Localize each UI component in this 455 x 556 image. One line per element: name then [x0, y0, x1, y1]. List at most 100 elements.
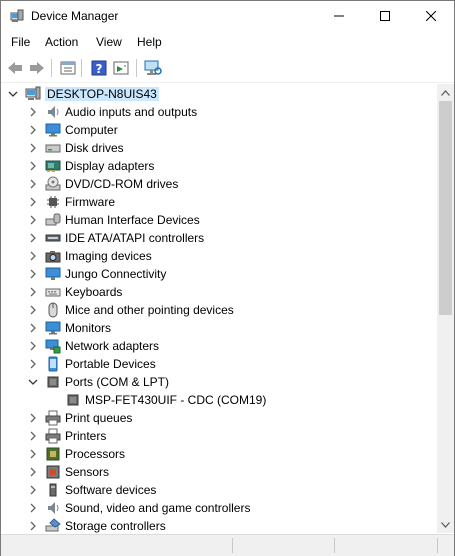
chevron-right-icon[interactable] [28, 499, 38, 517]
dvd-icon [45, 176, 61, 191]
chevron-right-icon[interactable] [28, 481, 38, 499]
tree-item-label: Computer [65, 123, 118, 137]
ide-controller-icon [45, 234, 61, 242]
properties-button[interactable] [58, 58, 78, 78]
chevron-right-icon[interactable] [28, 229, 38, 247]
tree-category-row[interactable]: Jungo Connectivity [1, 265, 436, 283]
computer-icon [25, 86, 41, 100]
tree-category-row[interactable]: Mice and other pointing devices [1, 301, 436, 319]
tree-category-row[interactable]: Imaging devices [1, 247, 436, 265]
camera-icon [45, 251, 61, 263]
tree-device-row[interactable]: MSP-FET430UIF - CDC (COM19) [1, 391, 436, 409]
tree-category-row[interactable]: Printers [1, 427, 436, 445]
sensor-icon [46, 465, 60, 479]
vertical-scrollbar[interactable] [437, 84, 454, 533]
tree-category-row[interactable]: IDE ATA/ATAPI controllers [1, 229, 436, 247]
menu-action[interactable]: Action [45, 35, 78, 49]
chevron-right-icon[interactable] [28, 139, 38, 157]
tree-category-row[interactable]: Ports (COM & LPT) [1, 373, 436, 391]
chevron-down-icon[interactable] [28, 373, 38, 391]
device-tree[interactable]: DESKTOP-N8UIS43 Audio inputs and outputs… [1, 84, 436, 533]
printer-icon [45, 428, 61, 444]
tree-category-row[interactable]: Keyboards [1, 283, 436, 301]
monitor-icon [45, 123, 61, 137]
chevron-right-icon[interactable] [28, 283, 38, 301]
toolbar-separator [136, 59, 137, 77]
chevron-right-icon[interactable] [28, 409, 38, 427]
back-button[interactable] [5, 58, 25, 78]
status-divider [232, 538, 233, 553]
scan-hardware-button[interactable] [143, 58, 163, 78]
tree-item-label: Monitors [65, 321, 112, 335]
portable-device-icon [48, 356, 58, 372]
help-button[interactable]: ? [89, 58, 109, 78]
tree-root-row[interactable]: DESKTOP-N8UIS43 [1, 85, 436, 103]
speaker-icon [48, 502, 59, 514]
hid-icon [45, 213, 61, 226]
chevron-right-icon[interactable] [28, 319, 38, 337]
close-button[interactable] [408, 1, 454, 31]
show-hidden-icon [113, 61, 129, 75]
tree-category-row[interactable]: Display adapters [1, 157, 436, 175]
menu-help[interactable]: Help [137, 35, 162, 49]
tree-category-row[interactable]: Portable Devices [1, 355, 436, 373]
chevron-right-icon[interactable] [28, 445, 38, 463]
tree-category-row[interactable]: Sensors [1, 463, 436, 481]
chevron-right-icon[interactable] [28, 211, 38, 229]
tree-category-row[interactable]: Disk drives [1, 139, 436, 157]
chevron-right-icon[interactable] [28, 175, 38, 193]
window-title: Device Manager [31, 9, 119, 23]
tree-category-row[interactable]: Processors [1, 445, 436, 463]
tree-item-label: Portable Devices [65, 357, 156, 371]
show-hidden-button[interactable] [111, 58, 131, 78]
chevron-right-icon[interactable] [28, 247, 38, 265]
tree-item-label: MSP-FET430UIF - CDC (COM19) [85, 393, 267, 407]
chevron-right-icon[interactable] [28, 427, 38, 445]
chevron-right-icon[interactable] [28, 355, 38, 373]
tree-category-row[interactable]: Firmware [1, 193, 436, 211]
tree-category-row[interactable]: Computer [1, 121, 436, 139]
tree-item-label: Software devices [65, 483, 157, 497]
chevron-right-icon[interactable] [28, 157, 38, 175]
forward-button[interactable] [27, 58, 47, 78]
chevron-right-icon[interactable] [28, 103, 38, 121]
storage-controller-icon [45, 518, 61, 532]
chevron-right-icon[interactable] [28, 517, 38, 533]
maximize-button[interactable] [362, 1, 408, 31]
tree-category-row[interactable]: Audio inputs and outputs [1, 103, 436, 121]
chevron-right-icon[interactable] [28, 265, 38, 283]
tree-item-label: Storage controllers [65, 519, 166, 533]
properties-icon [60, 61, 76, 75]
menu-view[interactable]: View [96, 35, 122, 49]
tree-category-row[interactable]: Print queues [1, 409, 436, 427]
tree-item-label: Network adapters [65, 339, 160, 353]
tree-item-label: Keyboards [65, 285, 123, 299]
toolbar-separator [81, 59, 82, 77]
tree-item-label: DVD/CD-ROM drives [65, 177, 179, 191]
tree-category-row[interactable]: Sound, video and game controllers [1, 499, 436, 517]
port-icon [47, 376, 59, 388]
help-icon: ? [91, 60, 107, 76]
menu-file[interactable]: File [11, 35, 30, 49]
minimize-button[interactable] [316, 1, 362, 31]
tree-item-label: Sensors [65, 465, 110, 479]
processor-icon [46, 447, 60, 461]
tree-category-row[interactable]: Software devices [1, 481, 436, 499]
tree-category-row[interactable]: Network adapters [1, 337, 436, 355]
chevron-down-icon[interactable] [8, 85, 18, 103]
tree-category-row[interactable]: DVD/CD-ROM drives [1, 175, 436, 193]
tree-category-row[interactable]: Monitors [1, 319, 436, 337]
scrollbar-thumb[interactable] [439, 101, 452, 315]
chevron-right-icon[interactable] [28, 337, 38, 355]
svg-text:?: ? [96, 62, 103, 76]
chevron-right-icon[interactable] [28, 121, 38, 139]
scroll-up-button[interactable] [437, 84, 454, 101]
chevron-right-icon[interactable] [28, 301, 38, 319]
chevron-right-icon[interactable] [28, 193, 38, 211]
chevron-right-icon[interactable] [28, 463, 38, 481]
tree-category-row[interactable]: Storage controllers [1, 517, 436, 533]
tree-category-row[interactable]: Human Interface Devices [1, 211, 436, 229]
scroll-down-button[interactable] [437, 516, 454, 533]
chip-icon [47, 196, 59, 208]
title-bar[interactable]: Device Manager [1, 1, 454, 31]
